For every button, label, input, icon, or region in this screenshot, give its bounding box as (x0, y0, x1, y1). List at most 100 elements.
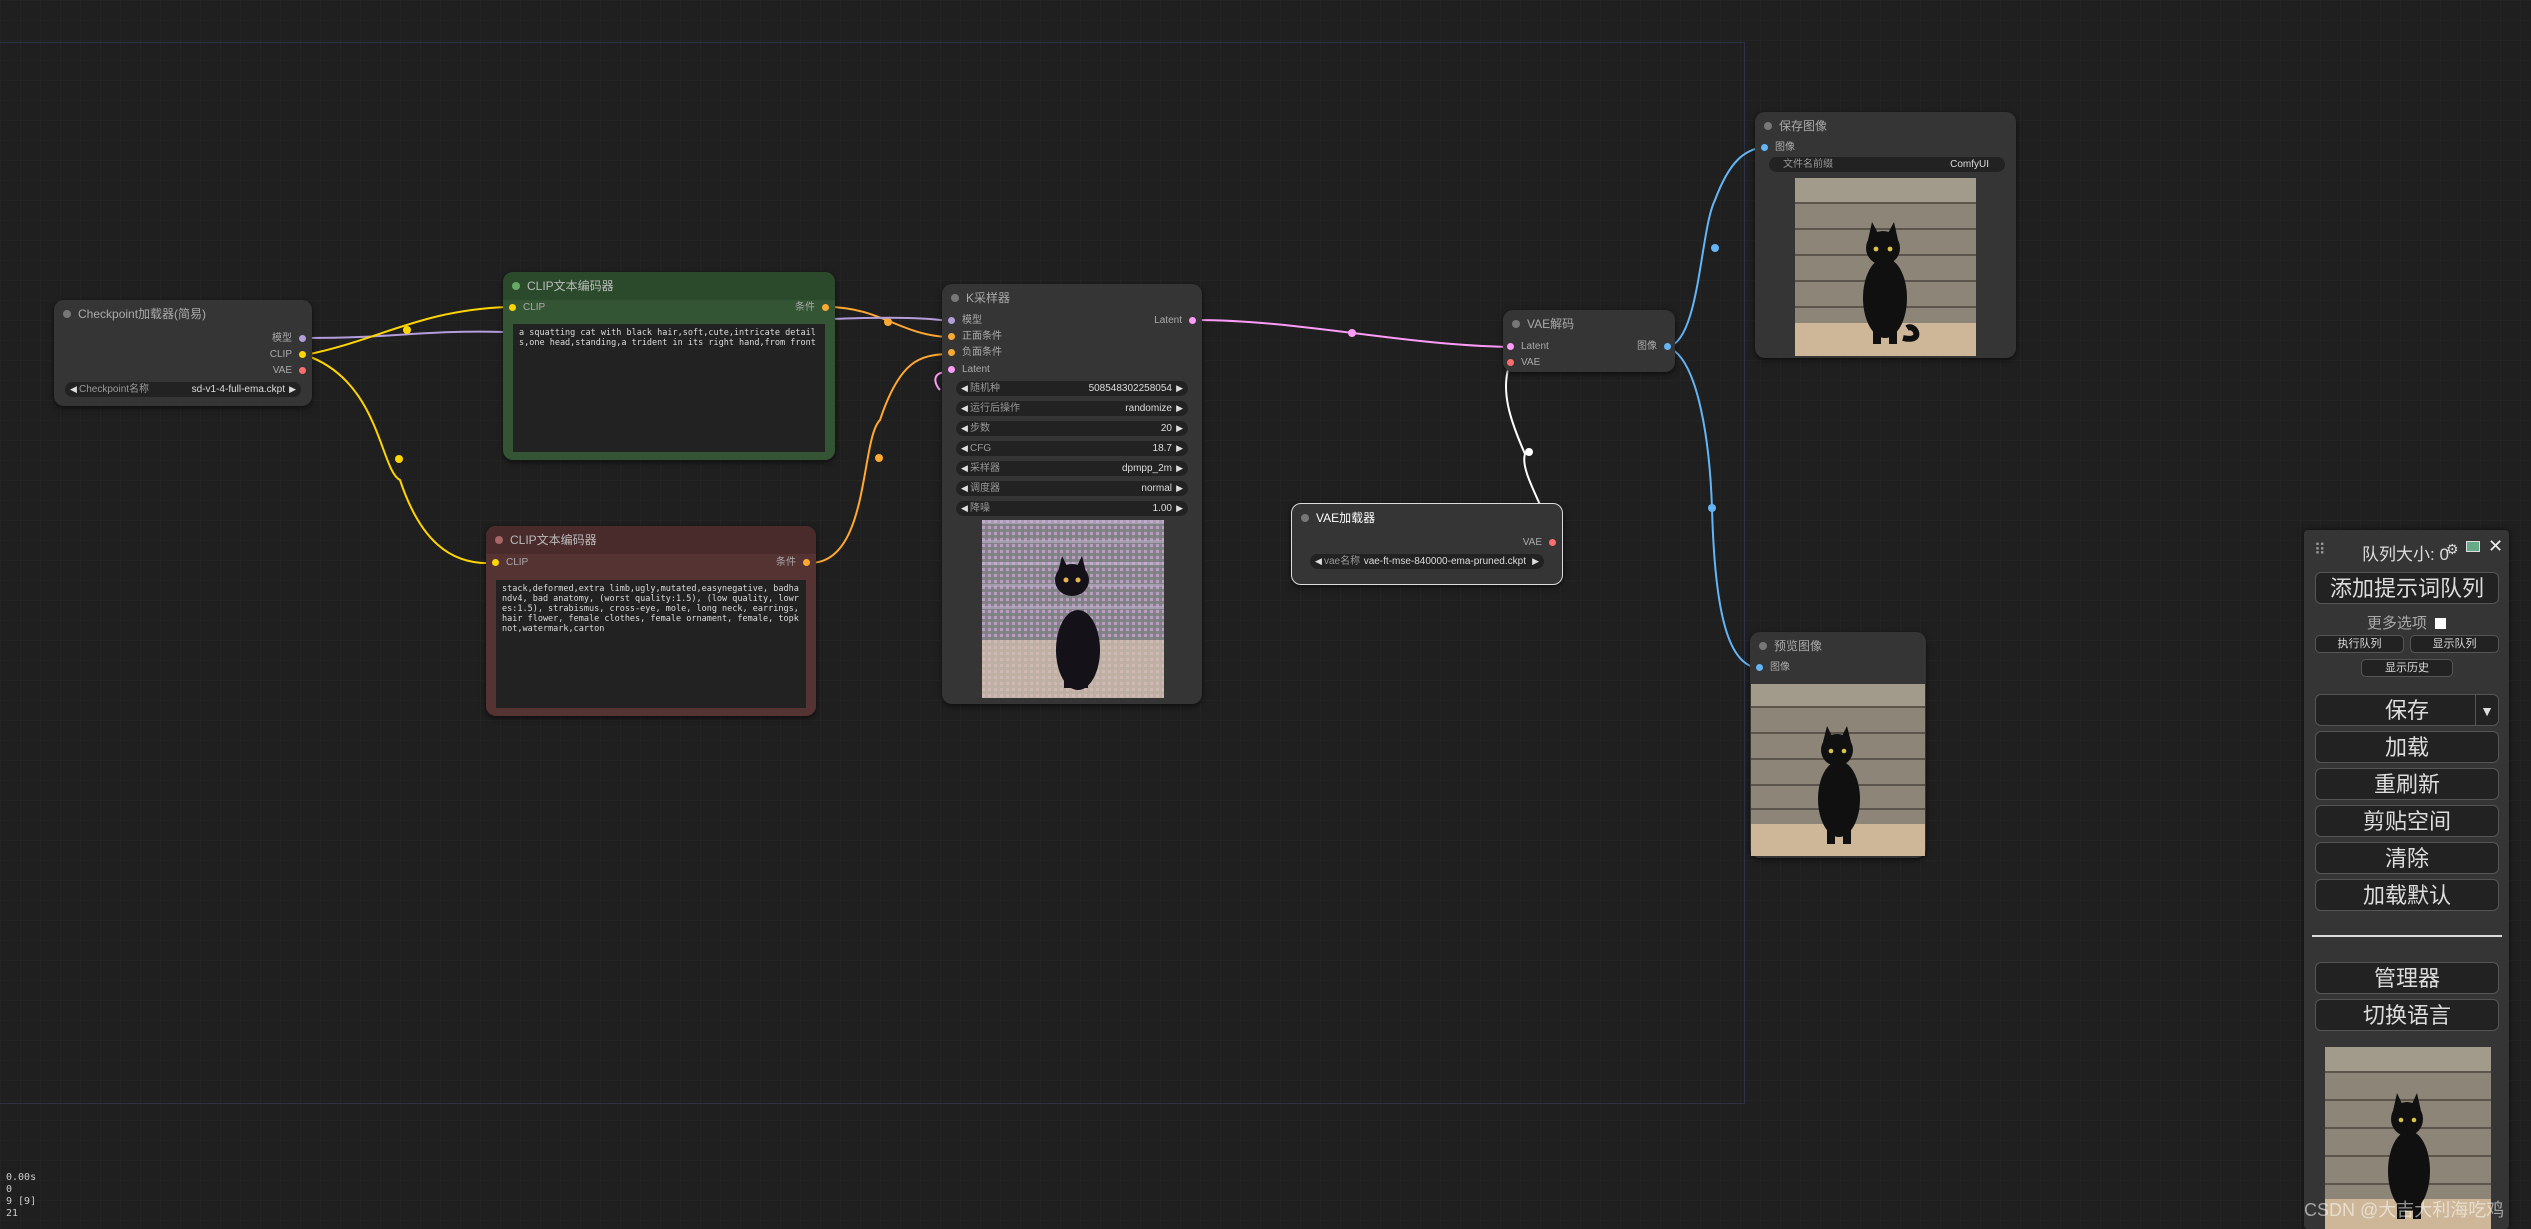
output-model[interactable]: 模型 (272, 332, 306, 346)
drag-handle-icon[interactable]: ⠿ (2314, 540, 2326, 560)
queue-panel[interactable]: ⠿ 队列大小: 0 ⚙ ✕ 添加提示词队列 更多选项 执行队列 显示队列 显示历… (2304, 530, 2509, 1229)
node-ksampler[interactable]: K采样器 模型 正面条件 负面条件 Latent Latent ◀ 随机种 5085… (942, 284, 1202, 704)
collapse-dot[interactable] (1301, 514, 1309, 522)
input-image[interactable]: 图像 (1761, 141, 1795, 155)
wire-clip-pos-mid (403, 326, 411, 334)
node-title[interactable]: VAE解码 (1503, 310, 1675, 338)
panel-header[interactable]: ⠿ 队列大小: 0 ⚙ ✕ (2304, 530, 2509, 570)
ckpt-name-widget[interactable]: ◀ Checkpoint名称 sd-v1-4-full-ema.ckpt ▶ (65, 382, 301, 397)
wire-latent-mid (1348, 329, 1356, 337)
collapse-dot[interactable] (63, 310, 71, 318)
collapse-dot[interactable] (495, 536, 503, 544)
wires-layer (304, 146, 1764, 669)
refresh-button[interactable]: 重刷新 (2315, 768, 2499, 800)
arrow-right-icon[interactable]: ▶ (289, 382, 296, 397)
output-latent[interactable]: Latent (1154, 314, 1196, 328)
wire-cond-pos-mid (884, 318, 892, 326)
arrow-right-icon[interactable]: ▶ (1532, 554, 1539, 569)
panel-divider (2312, 935, 2502, 937)
output-image[interactable]: 图像 (1637, 340, 1671, 354)
switch-language-button[interactable]: 切换语言 (2315, 999, 2499, 1031)
node-title[interactable]: K采样器 (942, 284, 1202, 312)
wire-image-preview (1667, 346, 1759, 669)
arrow-left-icon[interactable]: ◀ (70, 382, 77, 397)
input-vae[interactable]: VAE (1507, 356, 1540, 370)
clipspace-button[interactable]: 剪贴空间 (2315, 805, 2499, 837)
close-icon[interactable]: ✕ (2488, 536, 2503, 557)
node-title[interactable]: Checkpoint加载器(简易) (54, 300, 312, 328)
wire-clip-neg-mid (395, 455, 403, 463)
wire-cond-pos (826, 306, 949, 338)
node-preview-image[interactable]: 预览图像 图像 (1750, 632, 1926, 858)
wire-clip-pos (304, 306, 509, 356)
output-conditioning[interactable]: 条件 (795, 301, 829, 315)
input-latent[interactable]: Latent (948, 363, 990, 377)
output-vae[interactable]: VAE (1523, 536, 1556, 550)
input-model[interactable]: 模型 (948, 314, 982, 328)
node-vae-decode[interactable]: VAE解码 Latent VAE 图像 (1503, 310, 1675, 372)
render-stats: 0.00s 0 9 [9] 21 (6, 1172, 37, 1219)
manager-button[interactable]: 管理器 (2315, 962, 2499, 994)
denoise-widget[interactable]: ◀ 降噪 1.00 ▶ (956, 501, 1188, 516)
seed-widget[interactable]: ◀ 随机种 508548302258054 ▶ (956, 381, 1188, 396)
more-options-row[interactable]: 更多选项 (2304, 612, 2509, 633)
saved-image (1795, 178, 1976, 356)
node-save-image[interactable]: 保存图像 图像 文件名前缀 ComfyUI (1755, 112, 2016, 358)
scheduler-widget[interactable]: ◀ 调度器 normal ▶ (956, 481, 1188, 496)
output-conditioning[interactable]: 条件 (776, 556, 810, 570)
node-title[interactable]: 保存图像 (1755, 112, 2016, 140)
collapse-dot[interactable] (1764, 122, 1772, 130)
steps-widget[interactable]: ◀ 步数 20 ▶ (956, 421, 1188, 436)
collapse-dot[interactable] (1512, 320, 1520, 328)
collapse-dot[interactable] (1759, 642, 1767, 650)
sampler-widget[interactable]: ◀ 采样器 dpmpp_2m ▶ (956, 461, 1188, 476)
run-queue-button[interactable]: 执行队列 (2315, 635, 2404, 653)
show-queue-button[interactable]: 显示队列 (2410, 635, 2499, 653)
node-vae-loader[interactable]: VAE加载器 VAE ◀ vae名称 vae-ft-mse-840000-ema… (1291, 503, 1563, 585)
wire-vae-mid (1525, 448, 1533, 456)
control-after-generate-widget[interactable]: ◀ 运行后操作 randomize ▶ (956, 401, 1188, 416)
watermark-text: CSDN @大吉大利海吃鸡 (2304, 1200, 2505, 1220)
collapse-dot[interactable] (512, 282, 520, 290)
input-positive[interactable]: 正面条件 (948, 330, 1002, 344)
node-clip-text-negative[interactable]: CLIP文本编码器 CLIP 条件 stack,deformed,extra l… (486, 526, 816, 716)
input-negative[interactable]: 负面条件 (948, 346, 1002, 360)
arrow-left-icon[interactable]: ◀ (1315, 554, 1322, 569)
wire-image-preview-mid (1708, 504, 1716, 512)
wire-cond-neg-mid (875, 454, 883, 462)
collapse-dot[interactable] (951, 294, 959, 302)
preview-image (1751, 684, 1925, 856)
input-image[interactable]: 图像 (1756, 661, 1790, 675)
node-title[interactable]: VAE加载器 (1292, 504, 1562, 532)
more-options-checkbox[interactable] (2435, 618, 2447, 629)
input-latent[interactable]: Latent (1507, 340, 1549, 354)
save-dropdown-arrow-icon[interactable]: ▼ (2475, 695, 2498, 725)
save-button[interactable]: 保存 ▼ (2315, 694, 2499, 726)
input-clip[interactable]: CLIP (492, 556, 528, 570)
filename-prefix-widget[interactable]: 文件名前缀 ComfyUI (1769, 157, 2005, 172)
load-button[interactable]: 加载 (2315, 731, 2499, 763)
clear-button[interactable]: 清除 (2315, 842, 2499, 874)
wire-image-save-mid (1711, 244, 1719, 252)
queue-size-label: 队列大小: 0 (2362, 545, 2449, 564)
cfg-widget[interactable]: ◀ CFG 18.7 ▶ (956, 441, 1188, 456)
wire-model (304, 330, 506, 339)
show-history-button[interactable]: 显示历史 (2361, 659, 2453, 677)
wire-latent (1194, 319, 1511, 348)
node-title[interactable]: CLIP文本编码器 (486, 526, 816, 554)
prompt-textarea[interactable]: stack,deformed,extra limb,ugly,mutated,e… (496, 580, 806, 708)
image-gallery-icon[interactable] (2466, 541, 2480, 552)
settings-gear-icon[interactable]: ⚙ (2446, 541, 2459, 558)
output-vae[interactable]: VAE (273, 364, 306, 378)
input-clip[interactable]: CLIP (509, 301, 545, 315)
vae-name-widget[interactable]: ◀ vae名称 vae-ft-mse-840000-ema-pruned.ckp… (1310, 554, 1544, 569)
node-clip-text-positive[interactable]: CLIP文本编码器 CLIP 条件 a squatting cat with b… (503, 272, 835, 460)
prompt-textarea[interactable]: a squatting cat with black hair,soft,cut… (513, 324, 825, 452)
add-prompt-queue-button[interactable]: 添加提示词队列 (2315, 572, 2499, 604)
wire-image-save (1667, 146, 1764, 348)
node-title[interactable]: CLIP文本编码器 (503, 272, 835, 300)
node-title[interactable]: 预览图像 (1750, 632, 1926, 660)
load-default-button[interactable]: 加载默认 (2315, 879, 2499, 911)
output-clip[interactable]: CLIP (270, 348, 306, 362)
node-checkpoint-loader[interactable]: Checkpoint加载器(简易) 模型 CLIP VAE ◀ Checkpoi… (54, 300, 312, 406)
